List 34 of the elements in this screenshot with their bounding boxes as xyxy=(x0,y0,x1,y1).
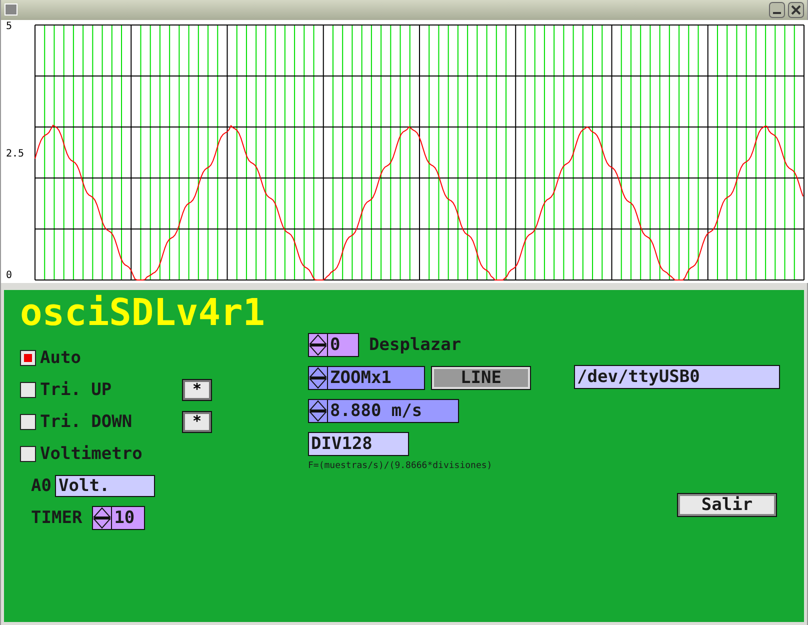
offset-label: Desplazar xyxy=(369,335,462,355)
y-axis-label: 5 xyxy=(6,21,12,32)
checkbox-label: Tri. DOWN xyxy=(40,412,132,432)
input-label: A0 xyxy=(31,476,52,496)
checkbox-label: Tri. UP xyxy=(40,380,112,400)
y-axis-label: 0 xyxy=(6,270,12,281)
y-axis-label: 2.5 xyxy=(6,148,24,160)
formula-text: F=(muestras/s)/(9.8666*divisiones) xyxy=(308,461,494,471)
timer-spinner[interactable]: 10 xyxy=(92,506,146,530)
checkbox[interactable] xyxy=(20,446,36,462)
checkbox-label: Auto xyxy=(40,348,81,368)
checkbox-label: Voltimetro xyxy=(40,444,142,464)
trigger-button[interactable]: * xyxy=(182,411,212,433)
port-field[interactable]: /dev/ttyUSB0 xyxy=(574,365,780,389)
checkbox[interactable] xyxy=(20,414,36,430)
app-title: osciSDLv4r1 xyxy=(20,293,266,333)
offset-spinner[interactable]: 0 xyxy=(308,333,359,357)
spin-arrows-icon[interactable] xyxy=(309,334,328,356)
divisions-field[interactable]: DIV128 xyxy=(308,432,409,456)
checkbox[interactable] xyxy=(20,382,36,398)
spin-arrows-icon[interactable] xyxy=(309,367,328,389)
checkbox[interactable] xyxy=(20,350,36,366)
minimize-icon[interactable] xyxy=(769,2,785,18)
close-icon[interactable] xyxy=(788,2,804,18)
spin-arrows-icon[interactable] xyxy=(93,507,112,529)
line-button[interactable]: LINE xyxy=(431,366,531,390)
speed-spinner[interactable]: 8.880 m/s xyxy=(308,399,459,423)
input-field[interactable]: Volt. xyxy=(55,475,156,497)
spin-arrows-icon[interactable] xyxy=(309,400,328,422)
zoom-spinner[interactable]: ZOOMx1 xyxy=(308,366,425,390)
timer-label: TIMER xyxy=(31,508,82,528)
trigger-button[interactable]: * xyxy=(182,379,212,401)
window-icon xyxy=(4,3,18,17)
exit-button[interactable]: Salir xyxy=(677,493,777,517)
